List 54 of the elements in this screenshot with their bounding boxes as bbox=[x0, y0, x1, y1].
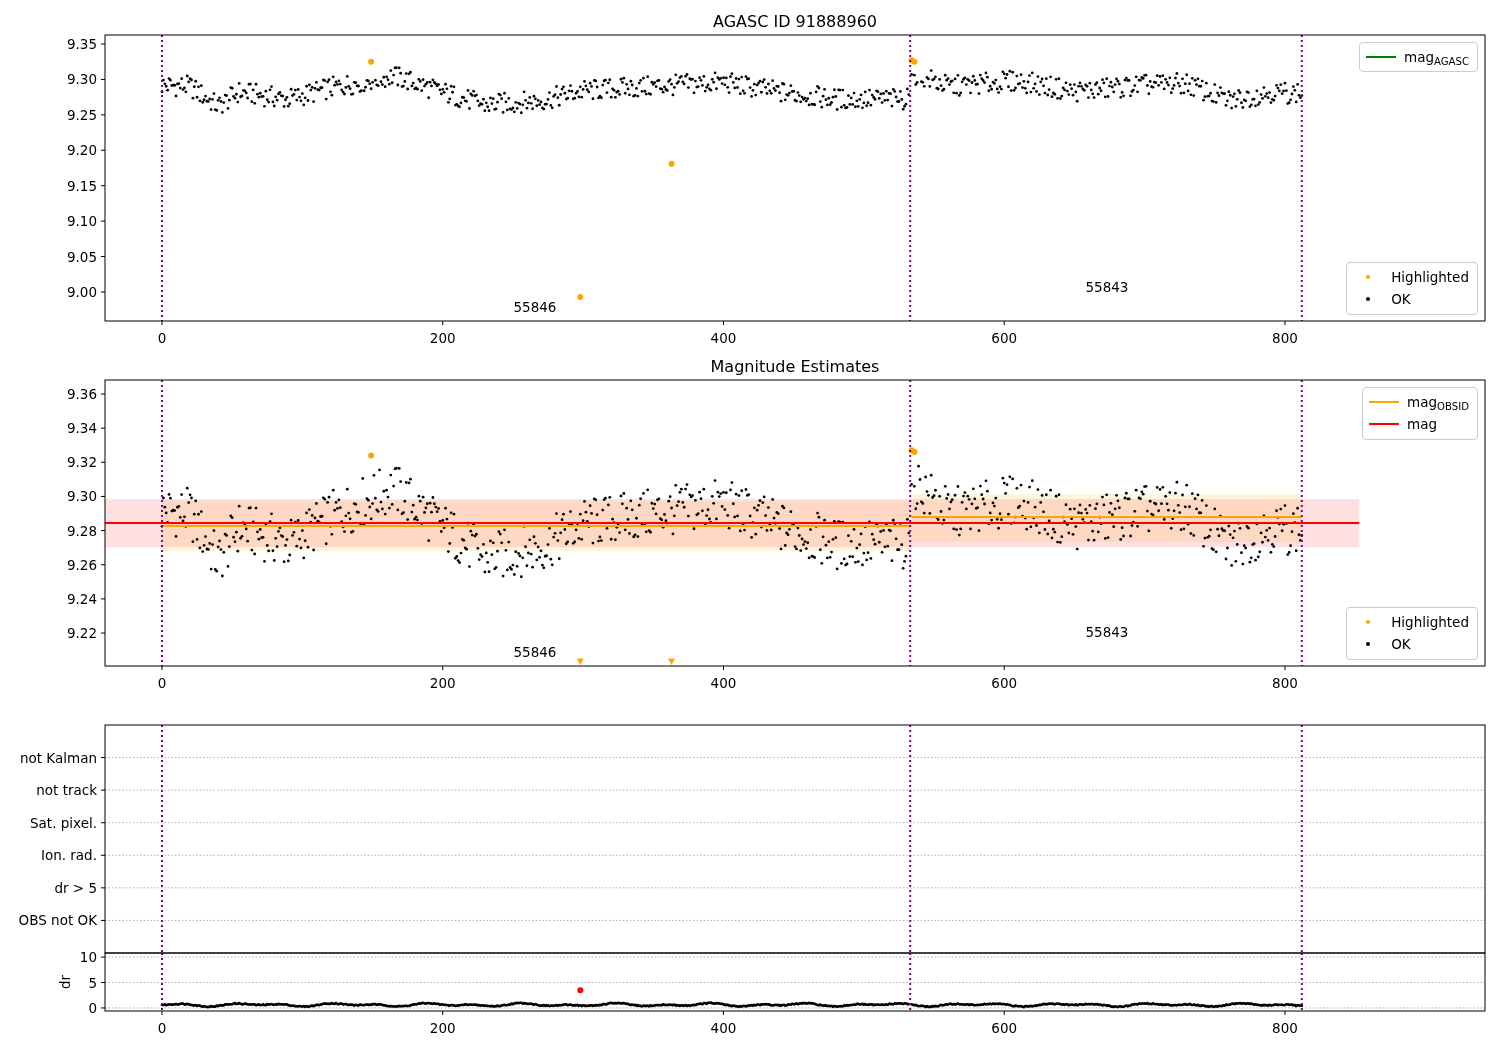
axis-tick-label: 9.22 bbox=[66, 625, 97, 642]
axis-tick-label: 9.24 bbox=[66, 590, 97, 607]
axis-tick-label: 400 bbox=[710, 330, 737, 346]
axis-tick-label: 9.30 bbox=[66, 488, 97, 505]
legend-label: mag$_{AGASC}$ bbox=[1404, 48, 1470, 68]
axis-tick-label: not Kalman bbox=[19, 749, 97, 766]
obsid-label: 55846 bbox=[513, 299, 557, 315]
axis-tick-label: 600 bbox=[991, 675, 1018, 690]
axis-tick-label: not track bbox=[36, 782, 97, 799]
legend-label: Highlighted bbox=[1391, 613, 1470, 632]
chart-title: Magnitude Estimates bbox=[710, 357, 880, 376]
axis-tick-label: 9.00 bbox=[66, 283, 97, 300]
axis-tick-label: 9.15 bbox=[66, 177, 97, 194]
axis-tick-label: 0 bbox=[157, 330, 167, 346]
axis-tick-label: Ion. rad. bbox=[40, 847, 97, 864]
axis-tick-label: Sat. pixel. bbox=[30, 814, 97, 831]
axis-tick-label: 0 bbox=[157, 675, 167, 690]
axis-tick-label: 9.05 bbox=[66, 248, 97, 265]
axis-tick-label: 10 bbox=[79, 949, 97, 966]
axis-tick-label: 600 bbox=[991, 1020, 1018, 1036]
axis-tick-label: 600 bbox=[991, 330, 1018, 346]
axis-tick-label: 800 bbox=[1272, 675, 1298, 690]
legend-label: Highlighted bbox=[1391, 268, 1470, 287]
axis-tick-label: OBS not OK bbox=[18, 912, 97, 929]
axis-tick-label: dr > 5 bbox=[54, 879, 97, 896]
legend-label: OK bbox=[1391, 290, 1412, 310]
axis-tick-label: 400 bbox=[710, 675, 737, 690]
axis-tick-label: 9.32 bbox=[66, 454, 97, 471]
chart-title: AGASC ID 91888960 bbox=[713, 12, 877, 31]
axis-tick-label: 400 bbox=[710, 1020, 737, 1036]
axis-tick-label: 9.36 bbox=[66, 386, 97, 402]
axis-tick-label: 9.30 bbox=[66, 71, 97, 88]
axis-tick-label: 9.20 bbox=[66, 142, 97, 159]
axis-tick-label: 9.26 bbox=[66, 556, 97, 573]
axis-label: dr bbox=[57, 974, 73, 990]
legend-label: mag$_{OBSID}$ bbox=[1407, 393, 1470, 413]
axis-tick-label: 0 bbox=[157, 1020, 167, 1036]
axis-tick-label: 5 bbox=[88, 974, 97, 991]
legend-label: OK bbox=[1391, 635, 1412, 655]
axis-tick-label: 9.25 bbox=[66, 106, 97, 123]
axis-tick-label: 9.28 bbox=[66, 522, 97, 539]
axis-tick-label: 9.10 bbox=[66, 213, 97, 230]
axis-tick-label: 200 bbox=[429, 675, 456, 690]
obsid-label: 55843 bbox=[1085, 279, 1129, 295]
legend-label: mag bbox=[1407, 415, 1439, 435]
axis-tick-label: 800 bbox=[1272, 1020, 1298, 1036]
obsid-label: 55843 bbox=[1085, 624, 1129, 640]
axis-tick-label: 200 bbox=[429, 1020, 456, 1036]
axis-tick-label: 0 bbox=[88, 999, 97, 1016]
axis-tick-label: 9.34 bbox=[66, 420, 97, 437]
axis-tick-label: 200 bbox=[429, 330, 456, 346]
obsid-label: 55846 bbox=[513, 644, 557, 660]
axis-tick-label: 800 bbox=[1272, 330, 1298, 346]
axis-tick-label: 9.35 bbox=[66, 36, 97, 52]
